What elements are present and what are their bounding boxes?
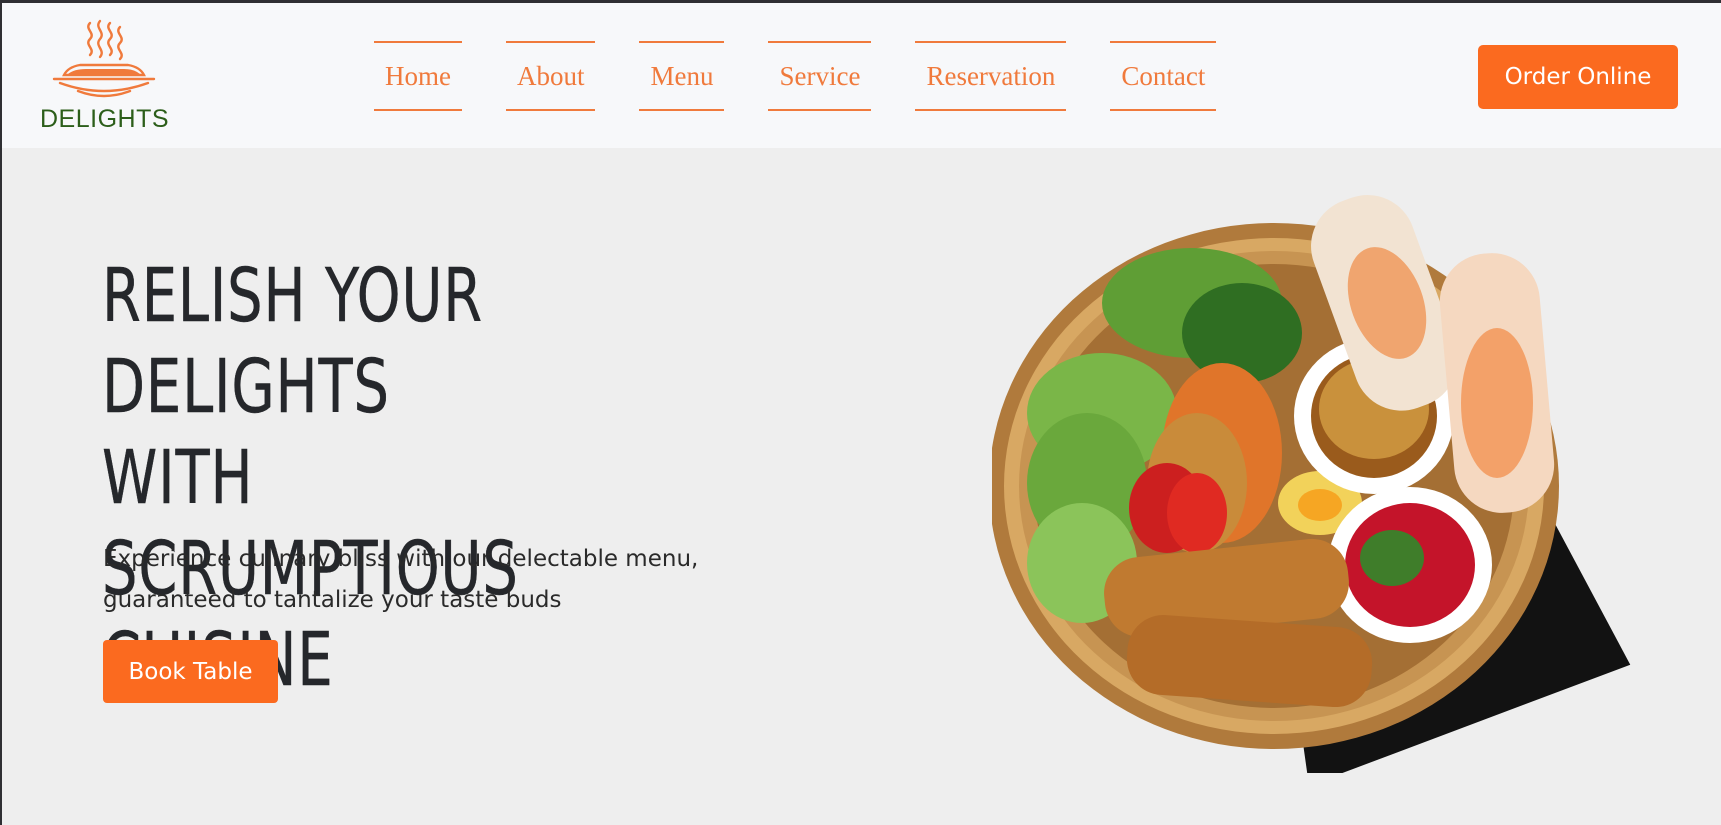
page: DELIGHTS Home About Menu Service Reserva… (2, 3, 1721, 825)
steaming-dish-icon (52, 19, 156, 98)
book-table-button[interactable]: Book Table (103, 640, 278, 703)
nav-service[interactable]: Service (768, 41, 872, 111)
nav-menu[interactable]: Menu (639, 41, 725, 111)
hero-description: Experience culinary bliss with our delec… (103, 546, 699, 613)
site-header: DELIGHTS Home About Menu Service Reserva… (2, 3, 1721, 148)
nav-home[interactable]: Home (374, 41, 462, 111)
main-nav: Home About Menu Service Reservation Cont… (374, 41, 1217, 111)
hero-title-line-1: RELISH YOUR DELIGHTS (102, 253, 483, 430)
logo-text: DELIGHTS (40, 105, 170, 133)
food-platter-image (992, 195, 1631, 773)
order-online-button[interactable]: Order Online (1478, 45, 1678, 109)
nav-reservation[interactable]: Reservation (915, 41, 1067, 111)
logo[interactable]: DELIGHTS (38, 19, 188, 139)
hero-title: RELISH YOUR DELIGHTS WITH SCRUMPTIOUS CU… (102, 251, 648, 706)
nav-about[interactable]: About (505, 41, 596, 111)
nav-contact[interactable]: Contact (1110, 41, 1217, 111)
